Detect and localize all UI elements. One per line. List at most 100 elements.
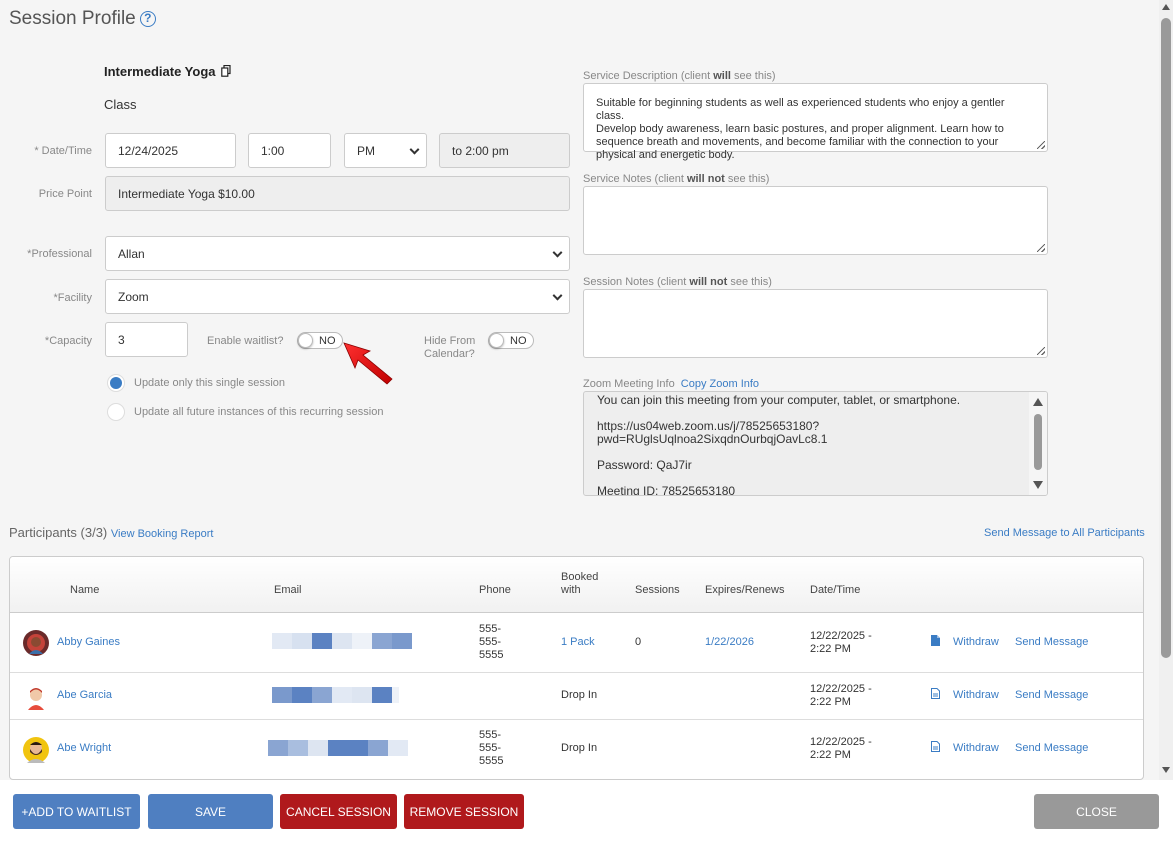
description-label: Service Description (client will see thi…	[583, 70, 776, 82]
send-message-link[interactable]: Send Message	[1015, 742, 1088, 754]
date-input[interactable]: 12/24/2025	[105, 133, 236, 168]
sessions-value: 0	[635, 636, 642, 648]
add-to-waitlist-button[interactable]: +ADD TO WAITLIST	[13, 794, 140, 829]
col-phone: Phone	[479, 584, 511, 596]
zoom-url-line[interactable]: pwd=RUglsUqlnoa2SixqdnOurbqjOavLc8.1	[597, 433, 827, 446]
chevron-down-icon	[552, 247, 563, 258]
hide-label-line1: Hide From	[424, 335, 476, 347]
col-booked-line1: Booked	[561, 571, 599, 583]
chevron-down-icon	[409, 144, 420, 155]
cancel-session-button[interactable]: CANCEL SESSION	[280, 794, 397, 829]
phone: 555- 555- 5555	[479, 623, 503, 662]
radio-single-label: Update only this single session	[134, 377, 286, 389]
withdraw-link[interactable]: Withdraw	[953, 689, 999, 701]
email-redacted	[272, 633, 412, 649]
session-notes-post: see this)	[727, 276, 772, 288]
avatar	[28, 688, 44, 710]
zoom-line: Meeting ID: 78525653180	[597, 484, 736, 496]
service-notes-textarea[interactable]	[583, 186, 1048, 255]
avatar	[23, 630, 49, 656]
desc-label-bold: will	[713, 70, 731, 82]
copy-zoom-link[interactable]: Copy Zoom Info	[681, 378, 759, 390]
radio-single-session[interactable]	[107, 374, 125, 392]
time-input[interactable]: 1:00	[248, 133, 331, 168]
document-icon[interactable]	[931, 635, 940, 646]
booking-datetime: 12/22/2025 - 2:22 PM	[810, 630, 872, 656]
resize-grip-icon[interactable]	[1037, 347, 1045, 355]
send-message-all-link[interactable]: Send Message to All Participants	[984, 527, 1145, 539]
table-row: Abby Gaines 555- 555- 5555 1 Pack 0 1/22…	[10, 614, 1143, 673]
email-redacted	[272, 687, 399, 703]
booking-datetime: 12/22/2025 - 2:22 PM	[810, 736, 872, 762]
hide-calendar-toggle[interactable]: NO	[488, 332, 534, 349]
facility-value: Zoom	[118, 289, 149, 304]
phone-line: 555-	[479, 636, 502, 648]
toggle-knob	[298, 333, 313, 348]
description-line: Develop body awareness, learn basic post…	[596, 123, 1004, 135]
save-button[interactable]: SAVE	[148, 794, 273, 829]
col-booked-line2: with	[561, 584, 581, 596]
withdraw-link[interactable]: Withdraw	[953, 742, 999, 754]
document-icon[interactable]	[931, 688, 940, 699]
session-notes-pre: Session Notes (client	[583, 276, 690, 288]
radio-all-future[interactable]	[107, 403, 125, 421]
help-icon[interactable]: ?	[139, 11, 156, 27]
facility-label: *Facility	[53, 292, 92, 304]
participant-name-link[interactable]: Abe Wright	[57, 742, 111, 754]
desc-label-pre: Service Description (client	[583, 70, 714, 82]
svc-notes-post: see this)	[724, 173, 770, 185]
close-button[interactable]: CLOSE	[1034, 794, 1159, 829]
document-icon[interactable]	[931, 741, 940, 752]
session-notes-label: Session Notes (client will not see this)	[583, 276, 772, 288]
withdraw-link[interactable]: Withdraw	[953, 636, 999, 648]
svc-notes-pre: Service Notes (client	[583, 173, 687, 185]
ampm-select[interactable]: PM	[344, 133, 427, 168]
phone: 555- 555- 5555	[479, 729, 503, 768]
capacity-input[interactable]: 3	[105, 322, 188, 357]
description-line: Suitable for beginning students as well …	[596, 97, 1005, 122]
description-line: physical and energetic body.	[596, 149, 735, 161]
phone-line: 555-	[479, 742, 502, 754]
capacity-label: *Capacity	[44, 335, 92, 347]
copy-icon[interactable]	[221, 64, 231, 77]
waitlist-toggle[interactable]: NO	[297, 332, 343, 349]
col-sessions: Sessions	[635, 584, 680, 596]
professional-select[interactable]: Allan	[105, 236, 570, 271]
svc-notes-bold: will not	[686, 173, 725, 185]
description-textarea[interactable]: Suitable for beginning students as well …	[583, 83, 1048, 161]
expires-link[interactable]: 1/22/2026	[705, 636, 754, 648]
zoom-info-box[interactable]: You can join this meeting from your comp…	[583, 391, 1048, 496]
datetime-line: 2:22 PM	[810, 696, 851, 708]
participant-name-link[interactable]: Abe Garcia	[57, 689, 112, 701]
scrollbar-graphics	[1033, 398, 1043, 489]
send-message-link[interactable]: Send Message	[1015, 689, 1088, 701]
booked-with-link[interactable]: 1 Pack	[561, 636, 595, 648]
remove-session-button[interactable]: REMOVE SESSION	[404, 794, 524, 829]
price-label: Price Point	[38, 188, 92, 200]
zoom-line: You can join this meeting from your comp…	[597, 393, 961, 407]
price-display: Intermediate Yoga $10.00	[105, 176, 570, 211]
page-scrollbar[interactable]	[1159, 0, 1173, 780]
table-row: Abe Wright 555- 555- 5555 Drop In 12/22/…	[10, 721, 1143, 779]
participants-header: Participants (3/3) View Booking Report	[9, 525, 213, 540]
send-message-link[interactable]: Send Message	[1015, 636, 1088, 648]
participant-name-link[interactable]: Abby Gaines	[57, 636, 120, 648]
booked-with: Drop In	[561, 742, 598, 754]
facility-select[interactable]: Zoom	[105, 279, 570, 314]
session-notes-textarea[interactable]	[583, 289, 1048, 358]
resize-grip-icon[interactable]	[1037, 244, 1045, 252]
session-notes-bold: will not	[689, 276, 728, 288]
participants-table: Name Email Phone Booked with Sessions Ex…	[9, 556, 1144, 780]
view-booking-report-link[interactable]: View Booking Report	[111, 528, 214, 540]
booked-with: Drop In	[561, 689, 598, 701]
datetime-line: 12/22/2025 -	[810, 683, 872, 695]
professional-value: Allan	[118, 246, 145, 261]
phone-line: 5555	[479, 649, 504, 661]
resize-grip-icon[interactable]	[1037, 141, 1045, 149]
col-email: Email	[274, 584, 302, 596]
zoom-scrollbar[interactable]	[1029, 392, 1047, 495]
page-title: Session Profile?	[9, 8, 156, 30]
datetime-line: 2:22 PM	[810, 643, 851, 655]
zoom-info-label: Zoom Meeting Info Copy Zoom Info	[583, 378, 759, 390]
col-expires: Expires/Renews	[705, 584, 785, 596]
